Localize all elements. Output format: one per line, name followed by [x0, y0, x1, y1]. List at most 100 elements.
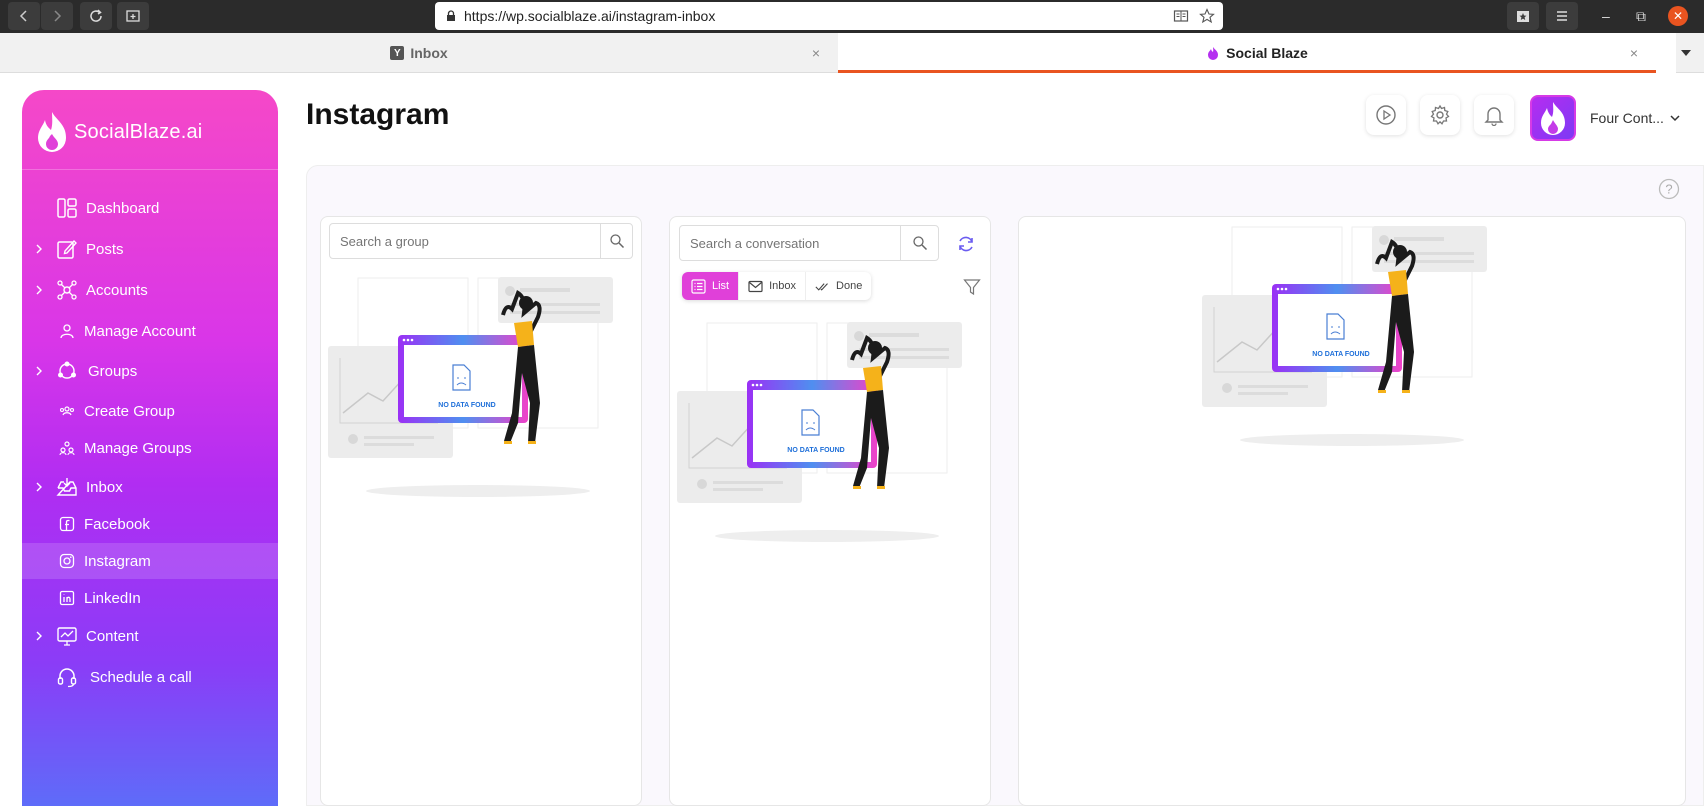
filter-funnel-icon[interactable]	[963, 278, 981, 296]
sidebar-item-facebook[interactable]: Facebook	[22, 506, 278, 542]
video-tutorial-button[interactable]	[1366, 95, 1406, 135]
empty-state-label: NO DATA FOUND	[787, 447, 844, 454]
headset-icon	[56, 666, 78, 688]
bell-icon	[1484, 107, 1504, 126]
filter-inbox-button[interactable]: Inbox	[739, 272, 807, 300]
filter-label: List	[712, 280, 730, 292]
menu-button[interactable]	[1546, 2, 1578, 30]
edit-post-icon	[56, 238, 78, 260]
sidebar-item-schedule-call[interactable]: Schedule a call	[22, 659, 278, 695]
group-search-input[interactable]	[330, 224, 600, 258]
reload-button[interactable]	[80, 2, 112, 30]
chevron-right-icon	[54, 10, 62, 22]
sidebar-item-groups[interactable]: Groups	[22, 353, 278, 389]
reader-view-icon[interactable]	[1173, 8, 1189, 24]
avatar[interactable]	[1530, 95, 1576, 141]
conversation-search-box	[679, 225, 939, 261]
empty-detail-illustration: NO DATA FOUND	[1202, 226, 1487, 446]
window-close-button[interactable]: ✕	[1668, 6, 1688, 26]
chevron-right-icon	[36, 631, 42, 641]
groups-icon	[56, 360, 78, 382]
sidebar-item-label: Groups	[88, 362, 138, 380]
logo-divider	[22, 169, 278, 170]
logo[interactable]: SocialBlaze.ai	[34, 110, 202, 154]
tab-bar: Y Inbox × Social Blaze ×	[0, 33, 1704, 73]
create-group-icon	[56, 400, 78, 422]
flame-logo-icon	[38, 112, 66, 152]
conversation-filter-tabs: List Inbox Done	[682, 272, 872, 300]
flame-avatar-icon	[1541, 102, 1565, 135]
sidebar-item-manage-groups[interactable]: Manage Groups	[22, 430, 278, 466]
instagram-icon	[56, 550, 78, 572]
refresh-icon[interactable]	[956, 234, 976, 254]
group-search-button[interactable]	[600, 224, 632, 258]
hamburger-icon	[1557, 11, 1567, 21]
gear-icon	[1430, 104, 1450, 125]
tab-close-icon[interactable]: ×	[812, 45, 820, 61]
yahoo-favicon-icon: Y	[390, 46, 405, 60]
empty-state-label: NO DATA FOUND	[1312, 351, 1369, 358]
linkedin-icon	[56, 587, 78, 609]
sidebar-item-label: Posts	[86, 240, 124, 258]
tab-close-icon[interactable]: ×	[1630, 45, 1638, 61]
empty-groups-illustration: NO DATA FOUND	[328, 277, 613, 497]
logo-text: SocialBlaze.ai	[74, 120, 203, 143]
group-search-box	[329, 223, 633, 259]
sidebar-item-label: LinkedIn	[84, 589, 141, 607]
minimize-icon[interactable]: –	[1602, 8, 1610, 24]
empty-conversations-illustration: NO DATA FOUND	[677, 322, 962, 542]
notifications-button[interactable]	[1474, 95, 1514, 135]
url-text: https://wp.socialblaze.ai/instagram-inbo…	[464, 8, 716, 24]
double-check-icon	[815, 282, 828, 291]
lock-icon	[447, 10, 455, 21]
chevron-left-icon	[19, 10, 27, 22]
new-tab-icon	[126, 10, 140, 22]
sidebar-item-label: Accounts	[86, 281, 148, 299]
chevron-right-icon	[36, 482, 42, 492]
chevron-down-icon[interactable]	[1669, 112, 1681, 124]
sidebar-item-label: Dashboard	[86, 199, 160, 217]
new-tab-button[interactable]	[117, 2, 149, 30]
restore-icon[interactable]: ⧉	[1636, 8, 1646, 25]
filter-done-button[interactable]: Done	[806, 272, 871, 300]
sidebar-item-dashboard[interactable]: Dashboard	[22, 190, 278, 226]
conversation-search-input[interactable]	[680, 226, 900, 260]
sidebar-item-accounts[interactable]: Accounts	[22, 272, 278, 308]
bookmark-star-icon[interactable]	[1199, 8, 1215, 24]
sidebar-item-posts[interactable]: Posts	[22, 231, 278, 267]
close-icon: ✕	[1672, 9, 1684, 23]
sidebar-item-label: Schedule a call	[90, 668, 192, 686]
forward-button[interactable]	[41, 2, 73, 30]
tab-label: Inbox	[410, 45, 448, 61]
sidebar-item-label: Instagram	[84, 552, 151, 570]
content-monitor-icon	[56, 625, 78, 647]
search-icon	[609, 234, 624, 249]
sidebar-item-inbox[interactable]: Inbox	[22, 469, 278, 505]
browser-titlebar: https://wp.socialblaze.ai/instagram-inbo…	[0, 0, 1704, 33]
sidebar-item-label: Manage Groups	[84, 439, 192, 457]
sidebar-item-label: Content	[86, 627, 139, 645]
settings-button[interactable]	[1420, 95, 1460, 135]
account-name[interactable]: Four Cont...	[1590, 110, 1664, 126]
sidebar-item-create-group[interactable]: Create Group	[22, 393, 278, 429]
url-bar[interactable]: https://wp.socialblaze.ai/instagram-inbo…	[435, 2, 1223, 30]
tab-social-blaze[interactable]: Social Blaze ×	[838, 33, 1676, 73]
search-icon	[912, 236, 927, 251]
tab-label: Social Blaze	[1226, 45, 1308, 61]
help-icon[interactable]: ?	[1658, 178, 1680, 200]
sidebar-item-instagram[interactable]: Instagram	[22, 543, 278, 579]
inbox-icon	[56, 476, 78, 498]
sidebar-item-linkedin[interactable]: LinkedIn	[22, 580, 278, 616]
filter-list-button[interactable]: List	[682, 272, 740, 300]
sidebar-item-manage-account[interactable]: Manage Account	[22, 313, 278, 349]
tab-list-chevron-icon[interactable]	[1680, 48, 1692, 58]
extensions-button[interactable]	[1507, 2, 1539, 30]
conversation-search-button[interactable]	[900, 226, 938, 260]
extension-icon	[1517, 11, 1529, 22]
filter-label: Inbox	[769, 280, 797, 292]
back-button[interactable]	[8, 2, 40, 30]
sidebar-item-content[interactable]: Content	[22, 618, 278, 654]
tab-inbox[interactable]: Y Inbox ×	[0, 33, 838, 73]
reload-icon	[90, 9, 102, 22]
flame-favicon-icon	[1208, 47, 1219, 60]
